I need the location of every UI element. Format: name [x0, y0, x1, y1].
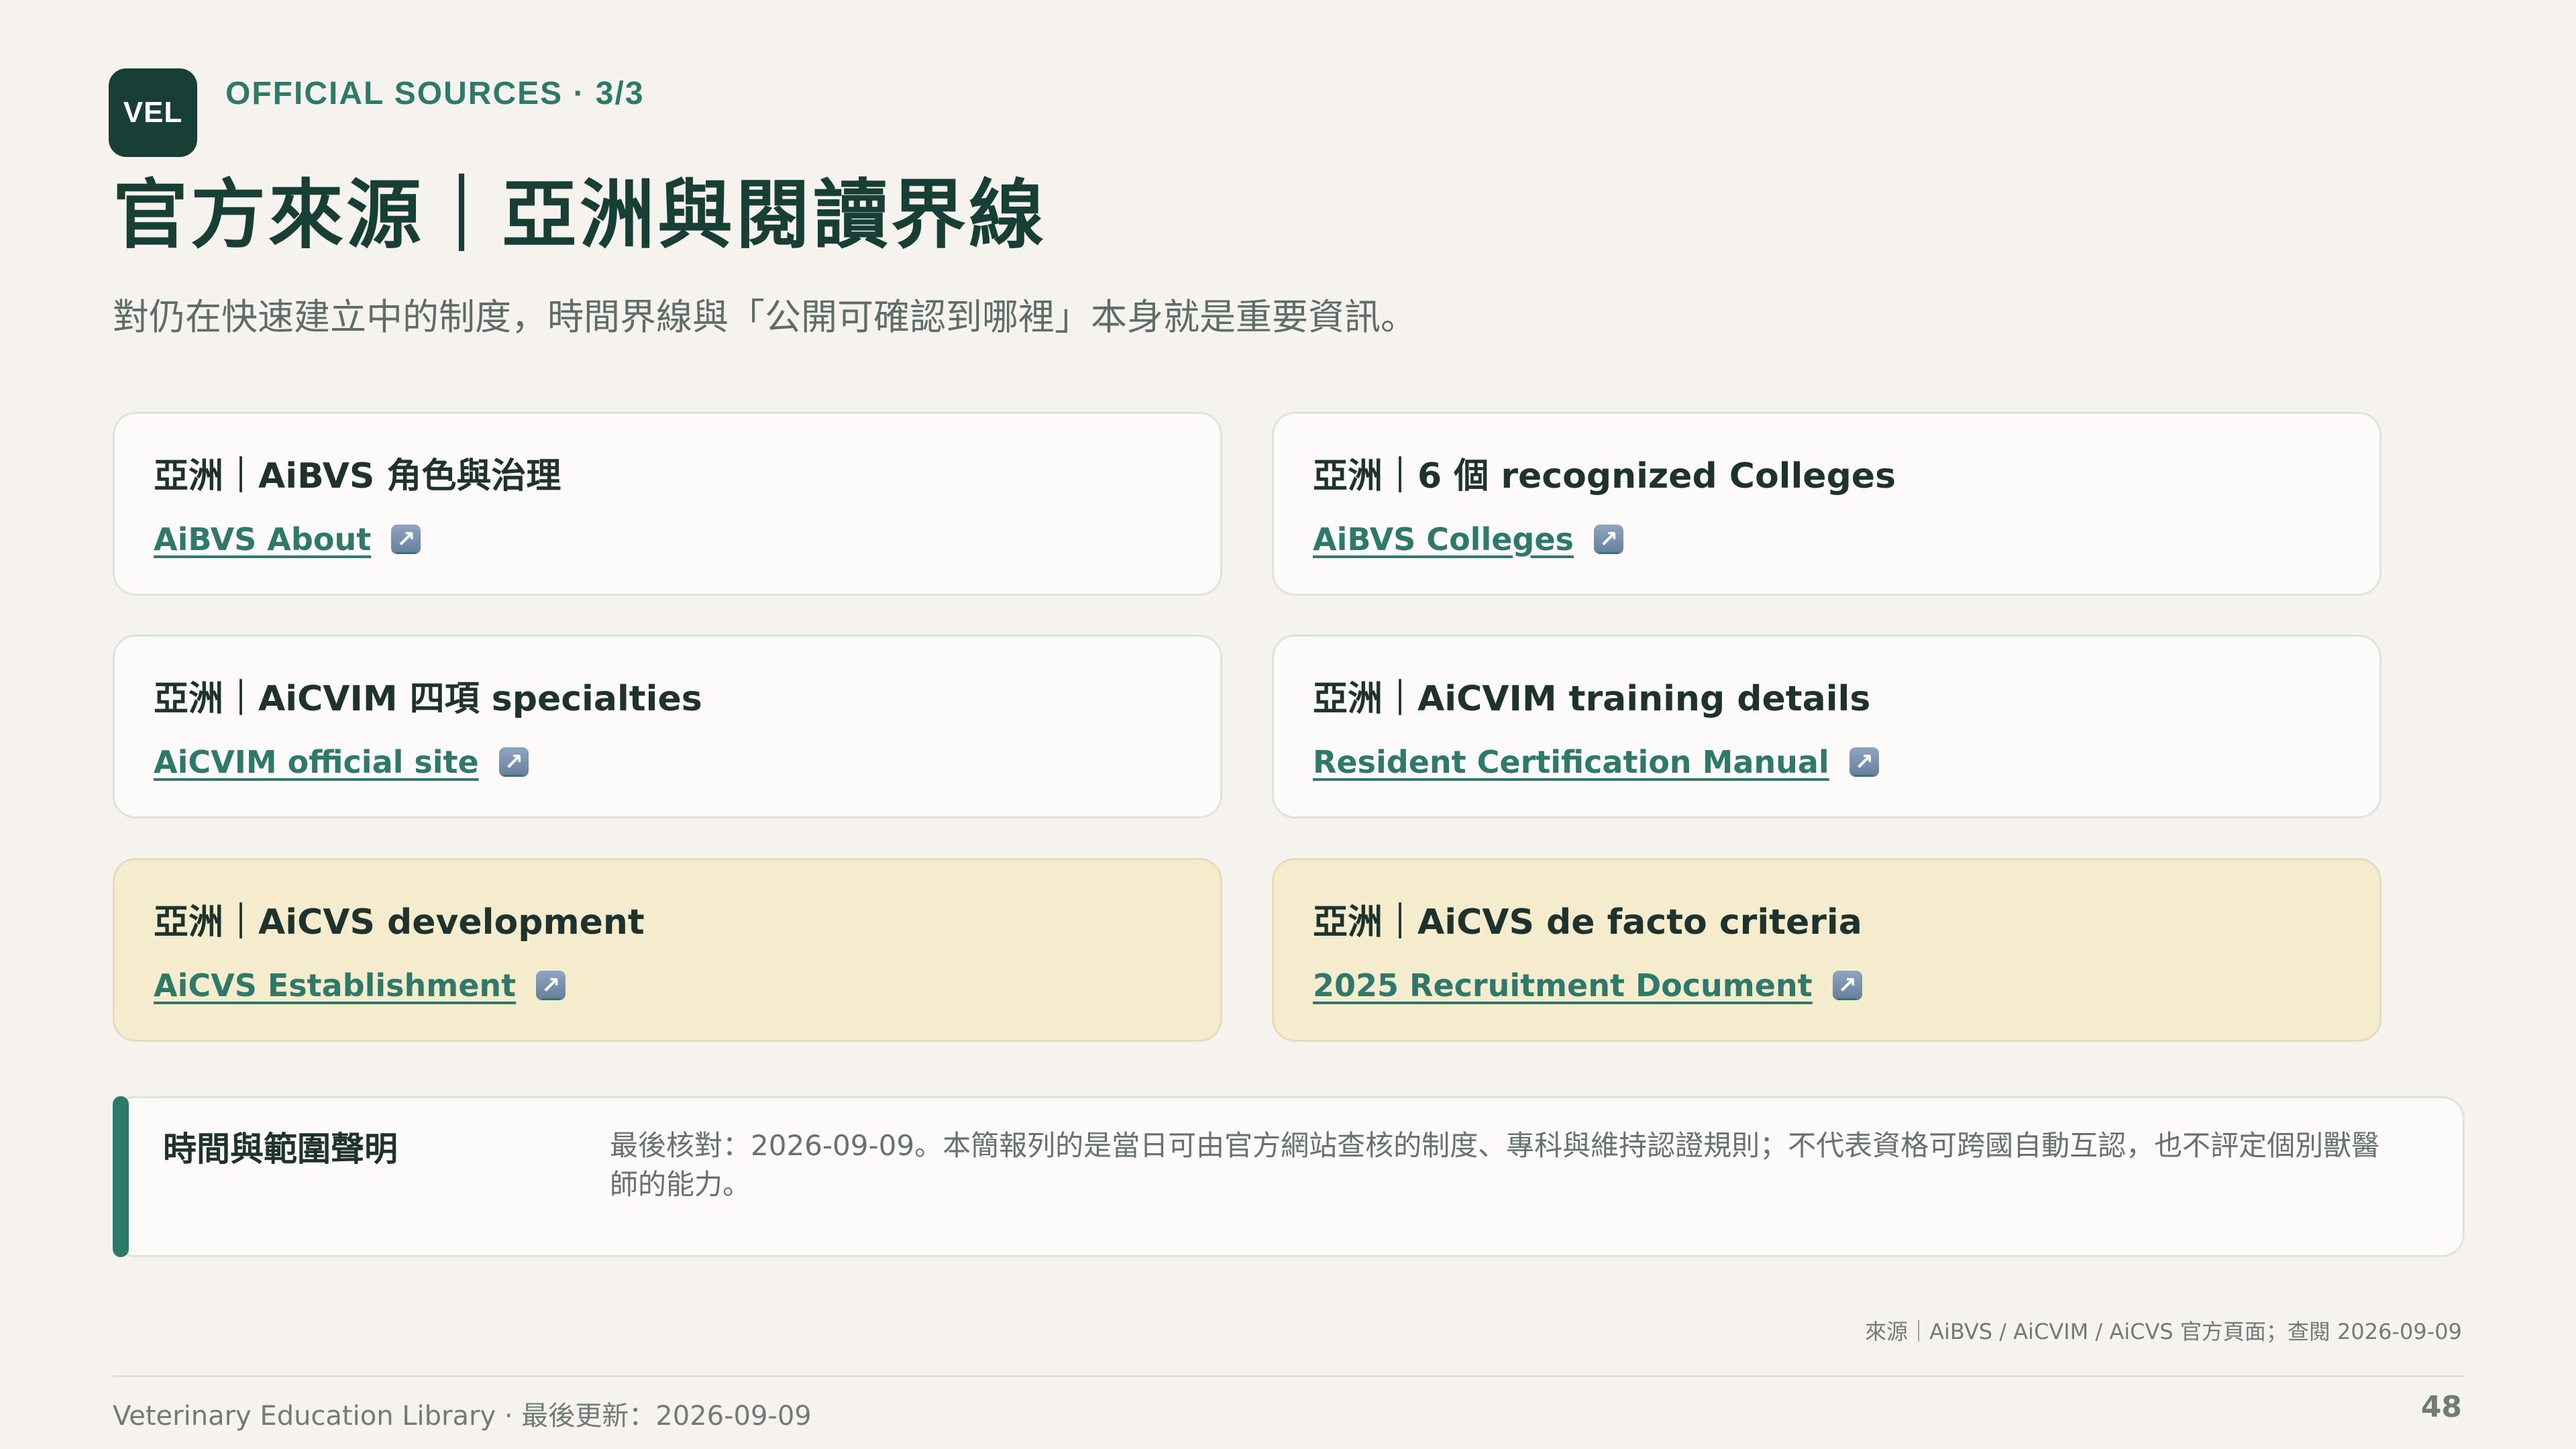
source-card-aicvim-site: 亞洲｜AiCVIM 四項 specialties AiCVIM official…: [113, 635, 1222, 818]
external-link-icon[interactable]: ↗: [1849, 747, 1879, 777]
source-card-aicvs-establishment: 亞洲｜AiCVS development AiCVS Establishment…: [113, 858, 1222, 1042]
source-link[interactable]: 2025 Recruitment Document ↗: [1313, 967, 1862, 1004]
card-title: 亞洲｜AiCVIM training details: [1313, 679, 1871, 719]
external-link-icon[interactable]: ↗: [498, 747, 529, 777]
link-label[interactable]: AiCVS Establishment: [154, 967, 516, 1004]
disclaimer-title: 時間與範圍聲明: [163, 1130, 398, 1169]
link-label[interactable]: 2025 Recruitment Document: [1313, 967, 1813, 1004]
external-link-icon[interactable]: ↗: [391, 525, 421, 554]
source-card-aibvs-colleges: 亞洲｜6 個 recognized Colleges AiBVS College…: [1272, 412, 2381, 596]
page-title: 官方來源｜亞洲與閱讀界線: [113, 172, 1046, 259]
external-link-icon[interactable]: ↗: [536, 971, 566, 1000]
card-title: 亞洲｜AiCVIM 四項 specialties: [154, 679, 702, 719]
logo-badge: VEL: [109, 68, 197, 157]
source-citation: 來源｜AiBVS / AiCVIM / AiCVS 官方頁面；查閱 2026-0…: [1865, 1319, 2462, 1344]
card-title: 亞洲｜AiBVS 角色與治理: [154, 456, 561, 496]
source-link[interactable]: AiCVS Establishment ↗: [154, 967, 566, 1004]
footer-text: Veterinary Education Library · 最後更新：2026…: [113, 1401, 812, 1432]
source-link[interactable]: AiBVS Colleges ↗: [1313, 521, 1623, 557]
source-link[interactable]: AiBVS About ↗: [154, 521, 421, 557]
link-label[interactable]: Resident Certification Manual: [1313, 744, 1829, 780]
external-link-icon[interactable]: ↗: [1593, 525, 1623, 554]
card-title: 亞洲｜AiCVS de facto criteria: [1313, 902, 1862, 943]
source-link[interactable]: Resident Certification Manual ↗: [1313, 744, 1879, 780]
footer-divider: [113, 1375, 2465, 1377]
source-card-aicvim-manual: 亞洲｜AiCVIM training details Resident Cert…: [1272, 635, 2381, 818]
section-eyebrow: OFFICIAL SOURCES · 3/3: [225, 76, 645, 111]
card-title: 亞洲｜6 個 recognized Colleges: [1313, 456, 1896, 496]
page-number: 48: [2420, 1390, 2462, 1424]
source-link[interactable]: AiCVIM official site ↗: [154, 744, 529, 780]
link-label[interactable]: AiBVS About: [154, 521, 371, 557]
page-subtitle: 對仍在快速建立中的制度，時間界線與「公開可確認到哪裡」本身就是重要資訊。: [113, 296, 1417, 338]
link-label[interactable]: AiBVS Colleges: [1313, 521, 1574, 557]
logo-text: VEL: [123, 96, 183, 129]
accent-bar: [113, 1096, 129, 1257]
scope-disclaimer: 時間與範圍聲明 最後核對：2026-09-09。本簡報列的是當日可由官方網站查核…: [113, 1096, 2465, 1257]
card-title: 亞洲｜AiCVS development: [154, 902, 645, 943]
disclaimer-text: 最後核對：2026-09-09。本簡報列的是當日可由官方網站查核的制度、專科與維…: [610, 1129, 2380, 1201]
source-card-aibvs-about: 亞洲｜AiBVS 角色與治理 AiBVS About ↗: [113, 412, 1222, 596]
external-link-icon[interactable]: ↗: [1832, 971, 1862, 1000]
source-card-aicvs-recruitment: 亞洲｜AiCVS de facto criteria 2025 Recruitm…: [1272, 858, 2381, 1042]
link-label[interactable]: AiCVIM official site: [154, 744, 479, 780]
